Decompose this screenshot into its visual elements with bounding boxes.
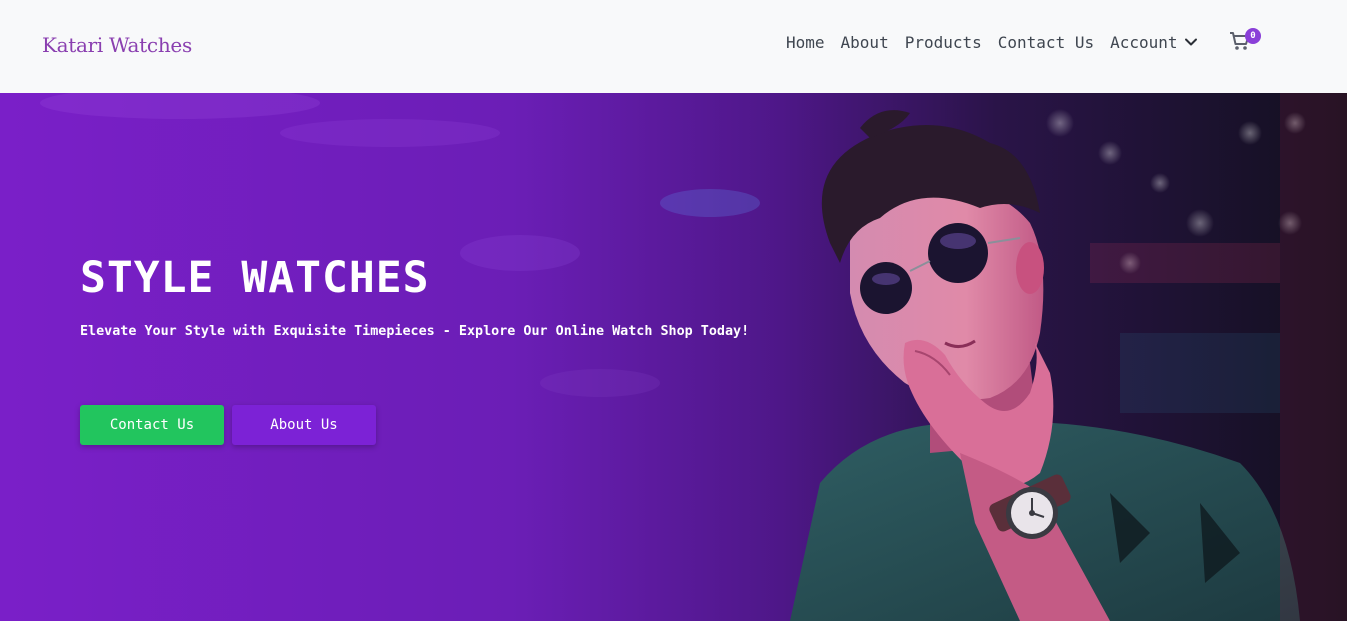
account-label: Account [1110, 32, 1178, 52]
account-dropdown[interactable]: Account [1110, 33, 1199, 52]
cart-button[interactable]: 0 [1229, 28, 1263, 54]
hero-title: STYLE WATCHES [80, 253, 430, 303]
hero-section: STYLE WATCHES Elevate Your Style with Ex… [0, 93, 1347, 621]
hero-photo [40, 93, 1347, 621]
nav-link-contact[interactable]: Contact Us [998, 33, 1094, 52]
chevron-down-icon [1184, 38, 1197, 46]
cart-count-badge: 0 [1245, 28, 1261, 44]
nav-link-about[interactable]: About [841, 33, 889, 52]
contact-us-button[interactable]: Contact Us [80, 405, 224, 445]
hero-subtitle: Elevate Your Style with Exquisite Timepi… [80, 324, 750, 339]
main-nav: Home About Products Contact Us Account [786, 30, 1200, 54]
navbar: Katari Watches Home About Products Conta… [0, 0, 1347, 93]
brand-logo[interactable]: Katari Watches [42, 33, 192, 57]
nav-link-products[interactable]: Products [905, 33, 982, 52]
about-us-button[interactable]: About Us [232, 405, 376, 445]
nav-link-home[interactable]: Home [786, 33, 825, 52]
